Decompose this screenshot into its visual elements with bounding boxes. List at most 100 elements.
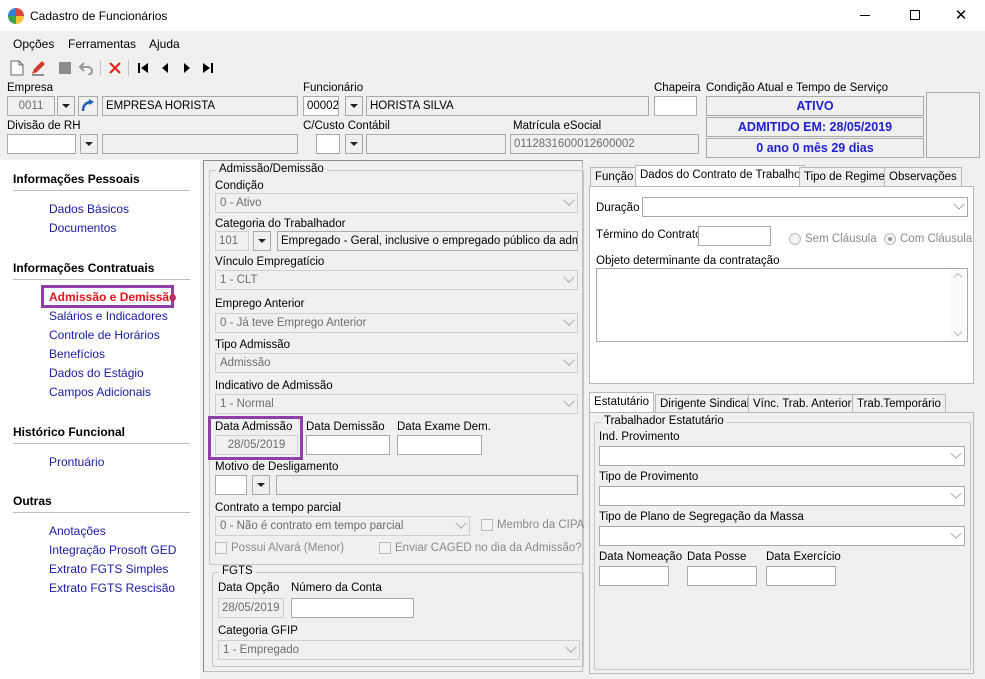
tab-observacoes[interactable]: Observações — [884, 167, 962, 187]
sidebar-item-integracao-ged[interactable]: Integração Prosoft GED — [49, 543, 176, 557]
tab-funcao[interactable]: Função — [590, 167, 639, 187]
divisao-code-field[interactable] — [7, 134, 76, 154]
empresa-code-field[interactable]: 0011 — [7, 96, 55, 116]
gfip-value: 1 - Empregado — [223, 644, 300, 656]
sidebar-item-dados-estagio[interactable]: Dados do Estágio — [49, 366, 144, 380]
parcial-value: 0 - Não é contrato em tempo parcial — [220, 520, 404, 532]
tempo-servico-badge: 0 ano 0 mês 29 dias — [706, 138, 924, 158]
parcial-select[interactable]: 0 - Não é contrato em tempo parcial — [215, 516, 470, 536]
chapeira-field[interactable] — [654, 96, 697, 116]
tab-vinc-trab-anterior[interactable]: Vínc. Trab. Anterior — [748, 394, 857, 414]
sidebar-item-prontuario[interactable]: Prontuário — [49, 455, 104, 469]
delete-icon[interactable] — [106, 59, 124, 77]
save-icon[interactable] — [56, 59, 74, 77]
divider — [13, 190, 190, 191]
tab-trab-temporario[interactable]: Trab.Temporário — [852, 394, 946, 414]
emprego-anterior-value: 0 - Já teve Emprego Anterior — [220, 317, 367, 329]
sidebar-item-beneficios[interactable]: Benefícios — [49, 347, 105, 361]
chapeira-label: Chapeira — [654, 82, 701, 94]
categoria-dropdown[interactable] — [253, 231, 271, 251]
photo-box[interactable] — [926, 92, 980, 158]
indicativo-select[interactable]: 1 - Normal — [215, 394, 578, 414]
chevron-down-icon — [562, 357, 575, 369]
numero-conta-field[interactable] — [291, 598, 414, 618]
maximize-button[interactable] — [900, 4, 930, 26]
duracao-select[interactable] — [642, 197, 968, 217]
tab-tipo-regime[interactable]: Tipo de Regime — [799, 167, 890, 187]
objeto-textarea[interactable] — [596, 268, 968, 342]
data-exercicio-field[interactable] — [766, 566, 836, 586]
refresh-arrow-icon — [81, 99, 94, 112]
new-document-icon[interactable] — [8, 59, 26, 77]
minimize-button[interactable] — [850, 4, 880, 26]
caged-checkbox[interactable]: Enviar CAGED no dia da Admissão? — [379, 542, 582, 554]
sem-clausula-radio[interactable]: Sem Cláusula — [789, 233, 877, 245]
checkbox-box — [481, 519, 493, 531]
plano-segregacao-select[interactable] — [599, 526, 965, 546]
sidebar-item-campos-adicionais[interactable]: Campos Adicionais — [49, 385, 151, 399]
motivo-code-field[interactable] — [215, 475, 247, 495]
ccusto-code-field[interactable] — [316, 134, 340, 154]
categoria-code-field[interactable]: 101 — [215, 231, 249, 251]
ind-provimento-select[interactable] — [599, 446, 965, 466]
menu-ajuda[interactable]: Ajuda — [149, 37, 180, 51]
data-nomeacao-field[interactable] — [599, 566, 669, 586]
vinculo-select[interactable]: 1 - CLT — [215, 270, 578, 290]
termino-field[interactable] — [698, 226, 771, 246]
sidebar-item-extrato-fgts-rescisao[interactable]: Extrato FGTS Rescisão — [49, 581, 175, 595]
estatutario-group-title: Trabalhador Estatutário — [601, 415, 727, 427]
undo-icon[interactable] — [77, 59, 95, 77]
tipo-admissao-select[interactable]: Admissão — [215, 353, 578, 373]
sidebar — [0, 160, 200, 679]
caged-label: Enviar CAGED no dia da Admissão? — [395, 542, 582, 554]
sidebar-item-dados-basicos[interactable]: Dados Básicos — [49, 202, 129, 216]
data-posse-field[interactable] — [687, 566, 757, 586]
indicativo-label: Indicativo de Admissão — [215, 380, 333, 392]
last-record-icon[interactable] — [199, 59, 217, 77]
first-record-icon[interactable] — [134, 59, 152, 77]
empresa-dropdown[interactable] — [57, 96, 75, 116]
menu-ferramentas[interactable]: Ferramentas — [68, 37, 136, 51]
funcionario-label: Funcionário — [303, 82, 364, 94]
data-demissao-field[interactable] — [306, 435, 390, 455]
previous-record-icon[interactable] — [156, 59, 174, 77]
tab-dirigente-sindical[interactable]: Dirigente Sindical — [655, 394, 755, 414]
condicao-select[interactable]: 0 - Ativo — [215, 193, 578, 213]
edit-pencil-icon[interactable] — [29, 59, 47, 77]
scrollbar[interactable] — [951, 269, 967, 341]
condicao-value: 0 - Ativo — [220, 197, 262, 209]
data-admissao-field[interactable]: 28/05/2019 — [215, 435, 298, 455]
chevron-down-icon — [258, 239, 266, 243]
sidebar-item-anotacoes[interactable]: Anotações — [49, 524, 106, 538]
sidebar-item-salarios[interactable]: Salários e Indicadores — [49, 309, 168, 323]
sidebar-item-admissao-demissao[interactable]: Admissão e Demissão — [49, 290, 176, 304]
motivo-dropdown[interactable] — [252, 475, 270, 495]
empresa-lookup-button[interactable] — [78, 96, 98, 116]
sidebar-item-extrato-fgts-simples[interactable]: Extrato FGTS Simples — [49, 562, 168, 576]
sidebar-item-documentos[interactable]: Documentos — [49, 221, 116, 235]
emprego-anterior-select[interactable]: 0 - Já teve Emprego Anterior — [215, 313, 578, 333]
data-exame-field[interactable] — [397, 435, 482, 455]
scroll-up-icon[interactable] — [953, 272, 963, 282]
com-clausula-radio[interactable]: Com Cláusula — [884, 233, 972, 245]
menu-opcoes[interactable]: Opções — [13, 37, 54, 51]
fgts-group-title: FGTS — [219, 565, 256, 577]
chevron-down-icon — [350, 104, 358, 108]
sidebar-item-controle-horarios[interactable]: Controle de Horários — [49, 328, 160, 342]
title-bar: Cadastro de Funcionários ✕ — [0, 0, 985, 31]
close-button[interactable]: ✕ — [946, 4, 976, 26]
gfip-select[interactable]: 1 - Empregado — [218, 640, 580, 660]
scroll-down-icon[interactable] — [953, 327, 963, 337]
next-record-icon[interactable] — [178, 59, 196, 77]
tab-dados-contrato[interactable]: Dados do Contrato de Trabalho — [635, 165, 806, 187]
divisao-dropdown[interactable] — [80, 134, 98, 154]
funcionario-dropdown[interactable] — [345, 96, 363, 116]
tipo-provimento-select[interactable] — [599, 486, 965, 506]
tab-estatutario[interactable]: Estatutário — [589, 392, 654, 414]
categoria-label: Categoria do Trabalhador — [215, 218, 346, 230]
alvara-checkbox[interactable]: Possui Alvará (Menor) — [215, 542, 344, 554]
cipa-checkbox[interactable]: Membro da CIPA — [481, 519, 584, 531]
funcionario-code-field[interactable]: 00002 — [303, 96, 339, 116]
data-opcao-field[interactable]: 28/05/2019 — [218, 598, 284, 618]
ccusto-dropdown[interactable] — [345, 134, 363, 154]
